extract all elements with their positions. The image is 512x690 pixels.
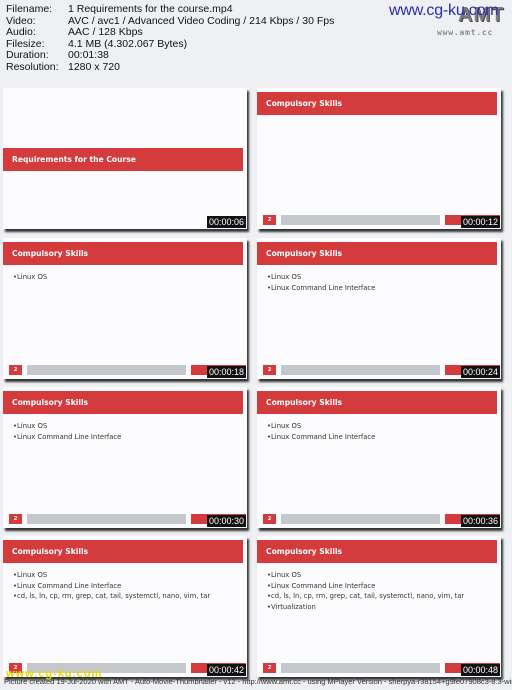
video-thumbnail[interactable]: Compulsory Skills Linux OSLinux Command L… [3, 536, 247, 677]
slide-page-number: 2 [263, 215, 276, 225]
slide-page-number: 2 [9, 365, 22, 375]
timestamp-label: 00:00:42 [206, 664, 246, 676]
slide-page-number: 2 [263, 514, 276, 524]
slide-page-number: 2 [9, 514, 22, 524]
slide-bullet-item: Linux Command Line Interface [267, 432, 375, 443]
slide-bullet-item: Virtualization [267, 602, 464, 613]
slide-title-bar: Compulsory Skills [257, 540, 497, 563]
slide-bullet-item: Linux OS [13, 421, 121, 432]
slide-bullet-item: Linux Command Line Interface [13, 581, 210, 592]
video-thumbnail[interactable]: Compulsory Skills Linux OS 2 00:00:18 [3, 238, 247, 379]
slide-footer-bar [27, 514, 186, 524]
footer-site-watermark: www.cg-ku.com [6, 668, 103, 680]
slide-bullet-item: Linux OS [267, 421, 375, 432]
slide-bullet-item: Linux Command Line Interface [267, 283, 375, 294]
video-thumbnail[interactable]: Compulsory Skills Linux OSLinux Command L… [257, 238, 501, 379]
timestamp-label: 00:00:48 [460, 664, 500, 676]
slide-title-bar: Compulsory Skills [257, 242, 497, 265]
slide-bullet-item: Linux OS [267, 570, 464, 581]
info-row-resolution: Resolution: 1280 x 720 [6, 60, 334, 74]
timestamp-label: 00:00:24 [460, 366, 500, 378]
slide-title-bar: Compulsory Skills [3, 540, 243, 563]
slide-bullet-list: Linux OSLinux Command Line Interface [13, 421, 121, 442]
site-watermark: www.cg-ku.com [389, 2, 499, 19]
info-label: Resolution: [6, 60, 59, 73]
video-thumbnail[interactable]: Compulsory Skills Linux OSLinux Command L… [257, 387, 501, 528]
info-row-filesize: Filesize: 4.1 MB (4.302.067 Bytes) [6, 38, 334, 51]
slide-title-bar: Requirements for the Course [3, 148, 243, 171]
slide-footer-bar [281, 514, 440, 524]
slide-title-bar: Compulsory Skills [257, 391, 497, 414]
slide-bullet-item: Linux OS [13, 570, 210, 581]
slide-bullet-list: Linux OSLinux Command Line Interfacecd, … [13, 570, 210, 602]
timestamp-label: 00:00:06 [206, 216, 246, 228]
slide-title-bar: Compulsory Skills [257, 92, 497, 115]
info-row-filename: Filename: 1 Requirements for the course.… [6, 3, 334, 16]
slide-bullet-item: Linux OS [267, 272, 375, 283]
slide-bullet-item: cd, ls, ln, cp, rm, grep, cat, tail, sys… [267, 591, 464, 602]
amt-url-watermark: www.amt.cc [437, 28, 494, 37]
timestamp-label: 00:00:36 [460, 515, 500, 527]
slide-page-number: 2 [263, 663, 276, 673]
info-value-filename: 1 Requirements for the course.mp4 [68, 3, 233, 15]
slide-footer-bar [281, 215, 440, 225]
slide-bullet-list: Linux OSLinux Command Line Interface [267, 272, 375, 293]
slide-bullet-item: cd, ls, ln, cp, rm, grep, cat, tail, sys… [13, 591, 210, 602]
slide-bullet-list: Linux OSLinux Command Line Interface [267, 421, 375, 442]
video-thumbnail[interactable]: Compulsory Skills Linux OSLinux Command L… [257, 536, 501, 677]
slide-title-bar: Compulsory Skills [3, 391, 243, 414]
video-thumbnail[interactable]: Compulsory Skills 2 00:00:12 [257, 88, 501, 229]
slide-bullet-list: Linux OS [13, 272, 47, 283]
slide-bullet-item: Linux Command Line Interface [13, 432, 121, 443]
timestamp-label: 00:00:30 [206, 515, 246, 527]
slide-page-number: 2 [263, 365, 276, 375]
slide-bullet-list: Linux OSLinux Command Line Interfacecd, … [267, 570, 464, 612]
timestamp-label: 00:00:12 [460, 216, 500, 228]
timestamp-label: 00:00:18 [206, 366, 246, 378]
slide-title-bar: Compulsory Skills [3, 242, 243, 265]
slide-footer-bar [281, 663, 440, 673]
info-row-video: Video: AVC / avc1 / Advanced Video Codin… [6, 15, 334, 28]
info-value-resolution: 1280 x 720 [68, 60, 120, 73]
video-thumbnail[interactable]: Compulsory Skills Linux OSLinux Command L… [3, 387, 247, 528]
file-info-panel: Filename: 1 Requirements for the course.… [6, 3, 334, 74]
slide-footer-bar [281, 365, 440, 375]
slide-bullet-item: Linux OS [13, 272, 47, 283]
video-thumbnail[interactable]: Requirements for the Course 00:00:06 [3, 88, 247, 229]
info-label: Filename: [6, 3, 53, 15]
slide-bullet-item: Linux Command Line Interface [267, 581, 464, 592]
slide-footer-bar [27, 365, 186, 375]
